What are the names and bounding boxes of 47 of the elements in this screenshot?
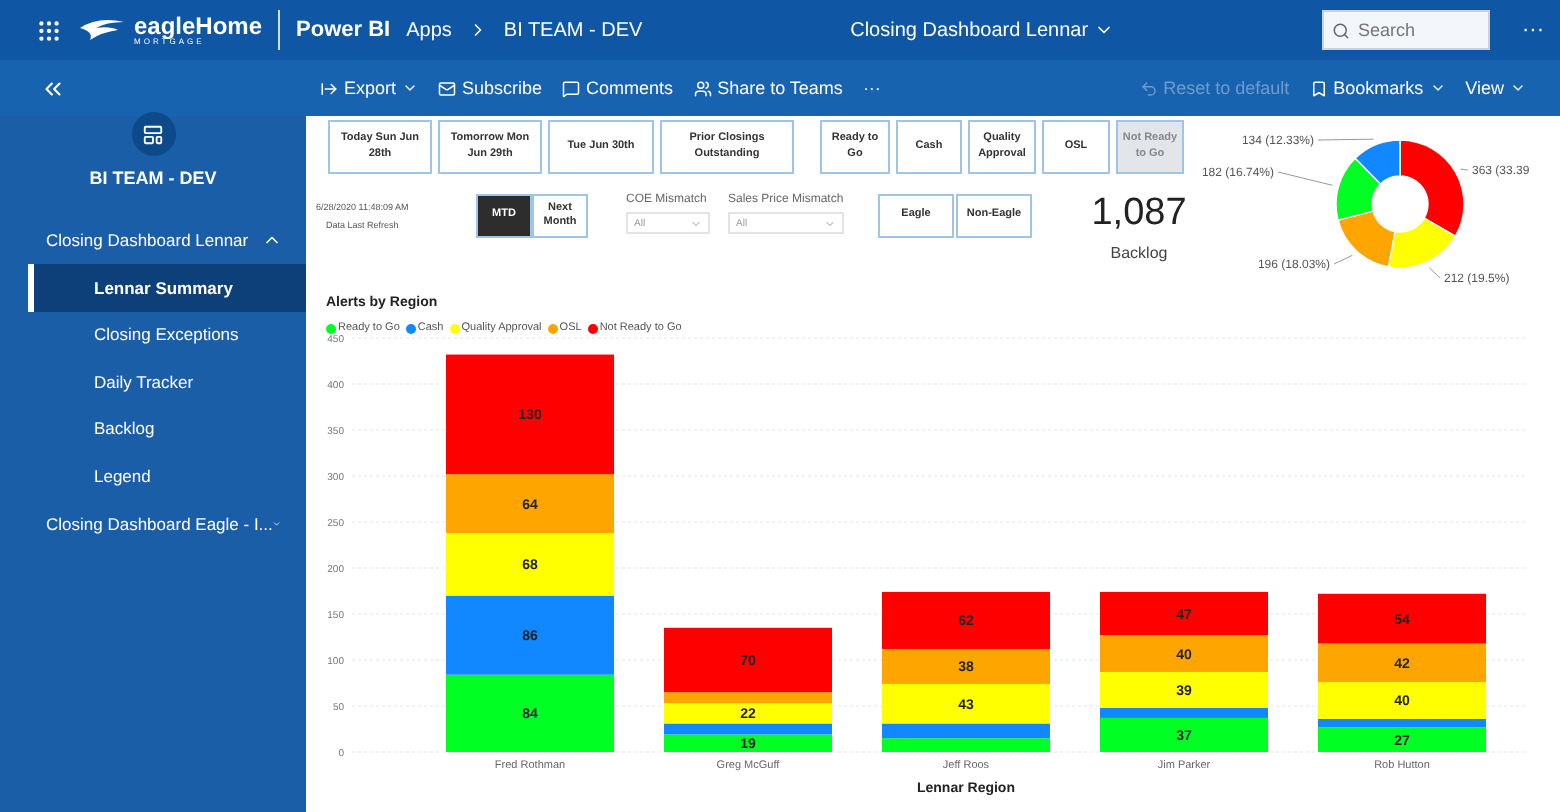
chevron-down-icon <box>1429 80 1446 96</box>
toolbar-button[interactable]: Subscribe <box>428 78 553 98</box>
backlog-value: 1,087 <box>1091 192 1187 236</box>
donut-slice <box>1335 157 1382 221</box>
nav-item[interactable]: Legend <box>28 452 306 499</box>
backlog-label: Backlog <box>1110 244 1168 262</box>
envelope-icon <box>438 79 457 97</box>
arrow-to-line-icon <box>320 79 338 97</box>
search-input[interactable]: Search <box>1358 20 1454 40</box>
leader-line <box>1277 171 1334 186</box>
chevron-down-icon <box>690 217 702 229</box>
app-launcher-icon[interactable] <box>36 17 62 43</box>
chevron-down-icon <box>824 217 836 229</box>
toolbar-button[interactable]: Share to Teams <box>683 78 853 98</box>
search-icon <box>1332 21 1350 39</box>
leader-line <box>1460 168 1469 171</box>
nav-item[interactable]: Lennar Summary <box>28 264 306 311</box>
toolbar-button[interactable]: Export <box>310 78 429 98</box>
search-field[interactable]: Search <box>1322 10 1490 50</box>
nav-section[interactable]: Closing Dashboard Eagle - I... <box>0 499 306 547</box>
more-button[interactable]: ··· <box>1506 18 1560 42</box>
nav-item[interactable]: Backlog <box>28 405 306 452</box>
breadcrumb-link[interactable]: BI TEAM - DEV <box>503 19 643 41</box>
chevron-down-icon <box>402 80 419 96</box>
people-icon <box>693 79 712 97</box>
leader-line <box>1317 138 1375 141</box>
report-title[interactable]: Closing Dashboard Lennar <box>850 19 1115 41</box>
workspace-name: BI TEAM - DEV <box>87 168 219 188</box>
donut-slice <box>1337 210 1396 268</box>
nav-item[interactable]: Daily Tracker <box>28 358 306 405</box>
eagle-logo-icon <box>78 16 126 44</box>
toolbar-button[interactable]: Comments <box>552 78 684 98</box>
toolbar-button[interactable]: Bookmarks <box>1299 78 1456 98</box>
undo-arrow-icon <box>1139 79 1158 97</box>
leader-line <box>1428 267 1441 279</box>
toolbar-button[interactable]: View <box>1455 78 1536 98</box>
nav-item[interactable]: Closing Exceptions <box>28 311 306 358</box>
logo-text: eagleHome <box>134 14 263 38</box>
more-button[interactable]: ··· <box>852 78 891 98</box>
bookmark-icon <box>1309 79 1328 97</box>
layout-icon <box>142 123 164 145</box>
speech-bubble-icon <box>562 79 581 97</box>
leader-line <box>1333 254 1353 265</box>
breadcrumb-link[interactable]: Apps <box>406 19 452 41</box>
app-name: Power BI <box>296 18 391 42</box>
chevron-down-icon <box>1510 80 1526 96</box>
nav-section[interactable]: Closing Dashboard Lennar <box>0 216 306 264</box>
